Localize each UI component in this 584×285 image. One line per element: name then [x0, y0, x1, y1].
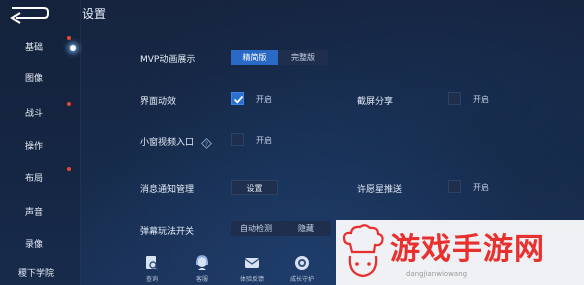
notification-label: 消息通知管理 [140, 185, 195, 195]
mini-video-checkbox[interactable] [231, 133, 244, 146]
back-button[interactable] [4, 2, 52, 24]
sidebar-item-academy[interactable]: 稷下学院 [0, 262, 80, 285]
dock-item-label: 体验反馈 [239, 276, 264, 283]
screenshot-share-option: 开启 [473, 95, 489, 104]
notification-dot [67, 167, 71, 171]
ui-effect-option: 开启 [256, 95, 272, 104]
sidebar-item-label: 声音 [25, 208, 44, 218]
mini-video-option: 开启 [256, 136, 272, 145]
sidebar-item-label: 图像 [25, 74, 44, 84]
sidebar-item-operation[interactable]: 操作 [0, 135, 80, 159]
mvp-animation-label: MVP动画展示 [140, 55, 196, 65]
sidebar-item-label: 操作 [25, 142, 44, 152]
sidebar-item-label: 稷下学院 [18, 269, 55, 279]
sidebar-item-label: 基础 [25, 43, 44, 53]
watermark-text: 游戏手游网 [390, 232, 545, 267]
dock-item-feedback[interactable]: 体验反馈 [232, 250, 272, 285]
dock-item-label: 查询 [145, 276, 158, 283]
sidebar-item-replay[interactable]: 录像 [0, 233, 80, 257]
mini-video-label: 小窗视频入口 [140, 138, 195, 148]
sidebar-item-image[interactable]: 图像 [0, 67, 80, 91]
watermark: 游戏手游网 dangjianwiowang [336, 220, 584, 285]
sidebar-item-basic[interactable]: 基础 [0, 36, 80, 60]
dock-item-guardian[interactable]: 成长守护 [282, 250, 322, 285]
barrage-option-auto[interactable]: 自动检测 [231, 221, 281, 236]
dock-item-service[interactable]: 客服 [182, 250, 222, 285]
feedback-icon [244, 258, 260, 268]
watermark-url: dangjianwiowang [406, 270, 468, 278]
wish-star-checkbox[interactable] [448, 180, 461, 193]
sidebar-item-label: 战斗 [25, 109, 44, 119]
ui-effect-checkbox[interactable] [231, 92, 244, 105]
page-title: 设置 [82, 7, 107, 21]
notification-settings-button[interactable]: 设置 [231, 180, 278, 195]
mvp-option-full[interactable]: 完整版 [278, 50, 328, 65]
customer-service-icon [196, 255, 208, 270]
wish-star-label: 许愿星推送 [357, 185, 403, 195]
notification-dot [67, 36, 71, 40]
mvp-option-simple[interactable]: 精简版 [231, 50, 278, 65]
sidebar-item-label: 布局 [25, 174, 44, 184]
notification-dot [67, 102, 71, 106]
barrage-label: 弹幕玩法开关 [140, 227, 195, 237]
search-doc-icon [146, 256, 159, 271]
back-arrow-icon [10, 7, 49, 24]
sidebar-item-layout[interactable]: 布局 [0, 167, 80, 191]
help-icon[interactable]: ? [201, 134, 212, 149]
sidebar-item-battle[interactable]: 战斗 [0, 102, 80, 126]
sidebar: 基础 图像 战斗 操作 布局 声音 录像 稷下学院 [0, 0, 81, 285]
sidebar-item-sound[interactable]: 声音 [0, 201, 80, 225]
chef-logo-icon [342, 224, 384, 278]
ui-effect-label: 界面动效 [140, 97, 177, 107]
sidebar-item-label: 录像 [25, 240, 44, 250]
bottom-dock: 查询 客服 体验反馈 成长守护 [128, 250, 328, 285]
dock-item-query[interactable]: 查询 [132, 250, 172, 285]
barrage-option-hide[interactable]: 隐藏 [281, 221, 331, 236]
active-indicator [70, 45, 76, 51]
dock-item-label: 成长守护 [289, 276, 314, 283]
wish-star-option: 开启 [473, 183, 489, 192]
dock-item-label: 客服 [195, 276, 208, 283]
checkmark-icon [233, 95, 244, 104]
svg-text:?: ? [205, 141, 208, 148]
guardian-icon [295, 256, 309, 270]
screenshot-share-label: 截屏分享 [357, 97, 394, 107]
screenshot-share-checkbox[interactable] [448, 92, 461, 105]
